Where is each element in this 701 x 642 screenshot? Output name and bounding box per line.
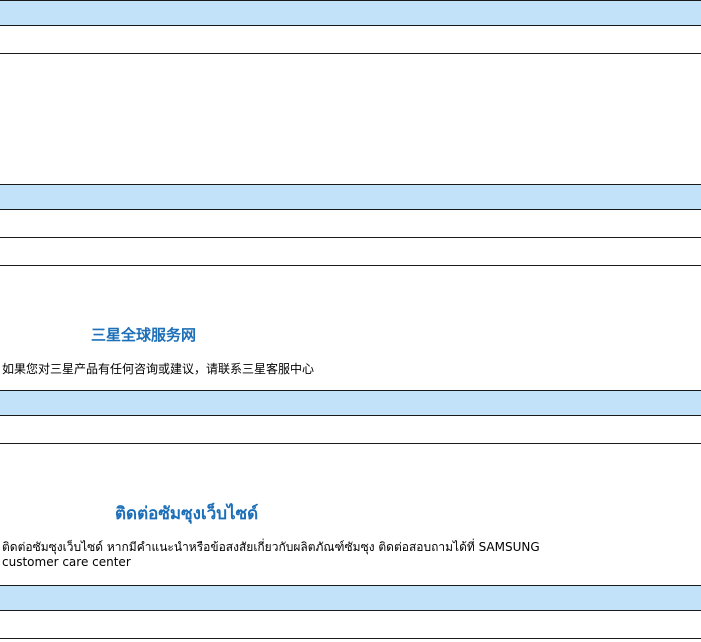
- table-row: [0, 210, 701, 238]
- table-3: [0, 390, 701, 444]
- section-description-china: 如果您对三星产品有任何咨询或建议，请联系三星客服中心: [2, 362, 315, 376]
- table-row: [0, 416, 701, 444]
- section-title-china: 三星全球服务网: [91, 326, 197, 344]
- section-title-thai: ติดต่อซัมซุงเว็บไซด์: [115, 504, 259, 524]
- table-header: [0, 390, 701, 416]
- table-header: [0, 0, 701, 26]
- table-row: [0, 26, 701, 54]
- table-2: [0, 184, 701, 266]
- section-description-thai-line2: customer care center: [2, 555, 131, 569]
- table-1: [0, 0, 701, 54]
- table-row: [0, 611, 701, 639]
- table-row: [0, 238, 701, 266]
- table-header: [0, 184, 701, 210]
- section-description-thai-line1: ติดต่อซัมซุงเว็บไซด์ หากมีคำแนะนำหรือข้อ…: [2, 540, 540, 554]
- table-header: [0, 585, 701, 611]
- table-4: [0, 585, 701, 639]
